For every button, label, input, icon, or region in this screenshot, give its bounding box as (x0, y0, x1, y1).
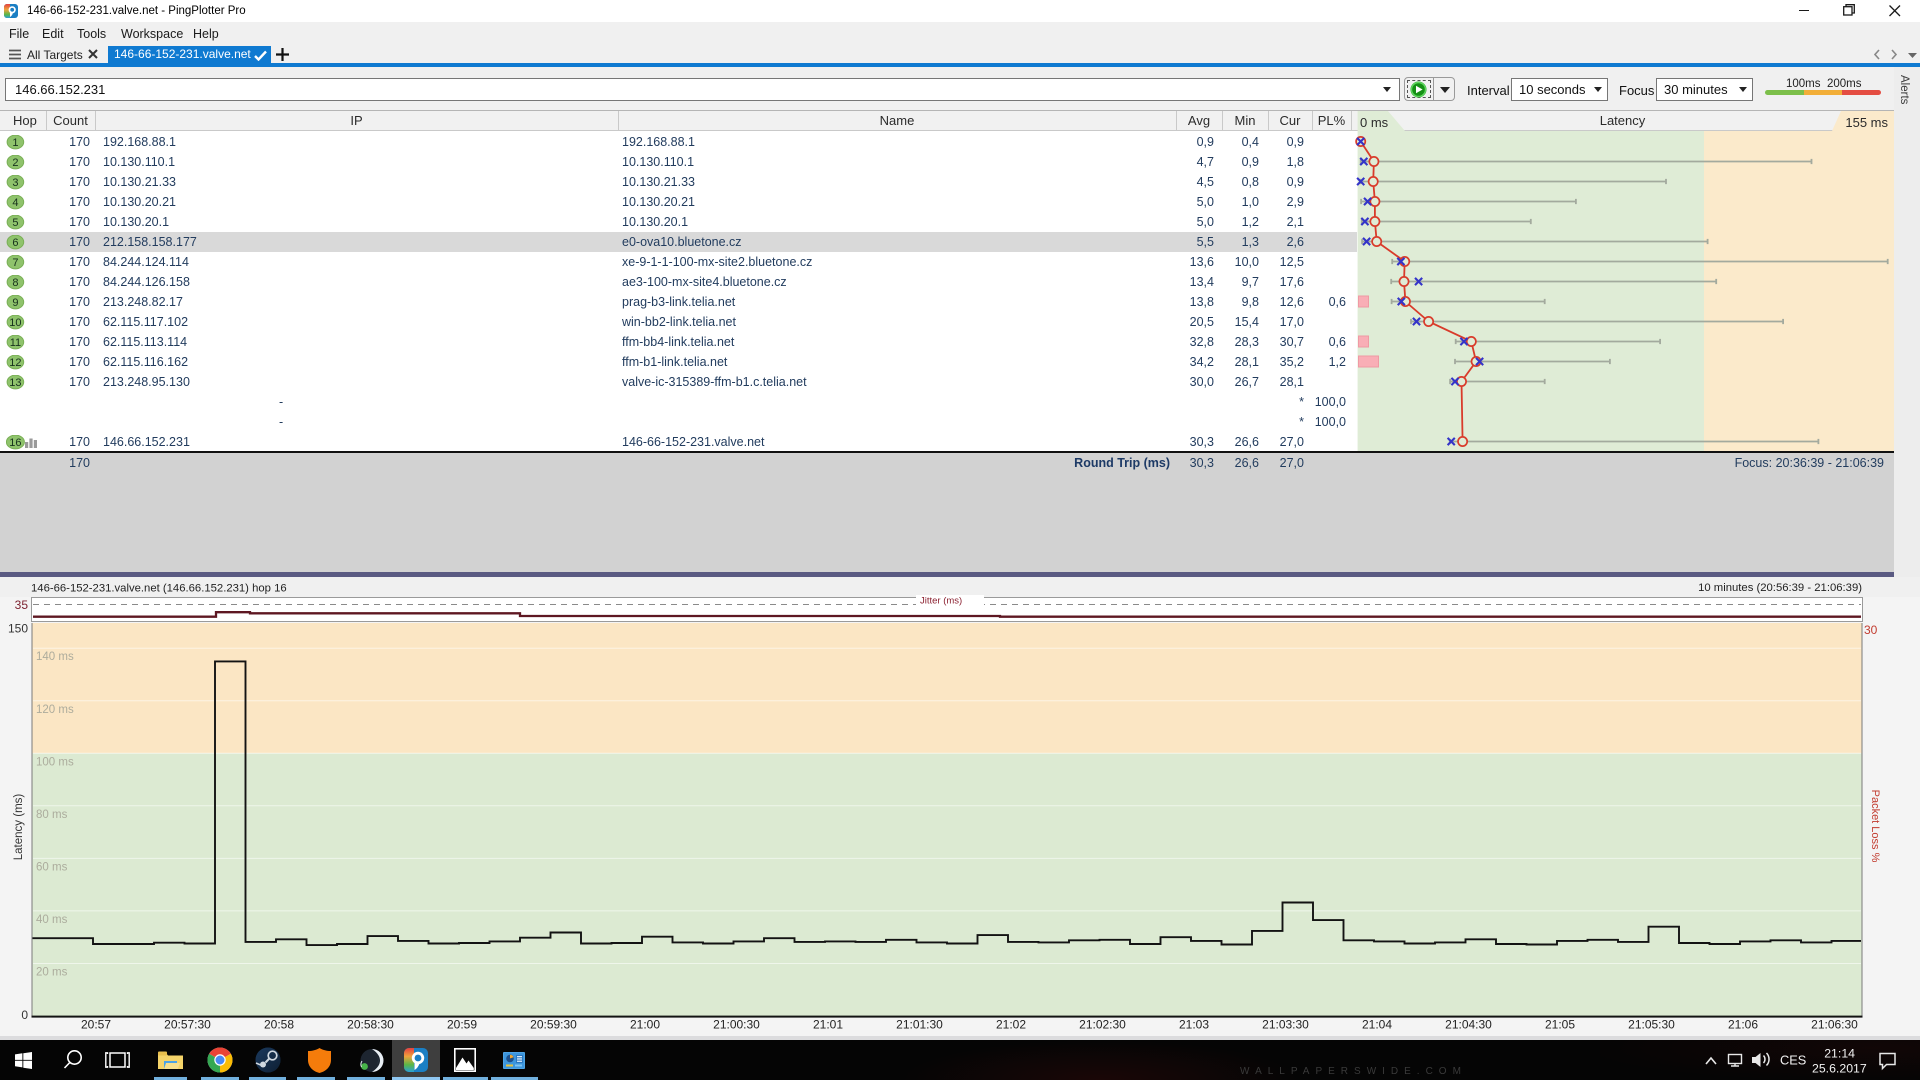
svg-text:155 ms: 155 ms (1845, 115, 1888, 130)
svg-text:11: 11 (10, 337, 21, 349)
svg-text:5: 5 (12, 217, 18, 229)
svg-text:1: 1 (12, 137, 18, 149)
svg-text:4: 4 (12, 197, 18, 209)
svg-text:21:00: 21:00 (630, 1018, 660, 1032)
svg-text:21:02:30: 21:02:30 (1079, 1018, 1126, 1032)
svg-text:20:59: 20:59 (447, 1018, 477, 1032)
svg-text:Latency (ms): Latency (ms) (13, 794, 25, 861)
svg-text:20:57: 20:57 (81, 1018, 111, 1032)
svg-text:21:04:30: 21:04:30 (1445, 1018, 1492, 1032)
svg-text:25.6.2017: 25.6.2017 (1812, 1062, 1867, 1076)
svg-text:13: 13 (9, 377, 21, 389)
svg-text:21:03: 21:03 (1179, 1018, 1209, 1032)
svg-text:9: 9 (12, 297, 18, 309)
svg-text:21:04: 21:04 (1362, 1018, 1392, 1032)
svg-text:8: 8 (12, 277, 18, 289)
svg-text:6: 6 (12, 237, 18, 249)
svg-text:21:00:30: 21:00:30 (713, 1018, 760, 1032)
svg-text:10: 10 (9, 317, 21, 329)
svg-text:80 ms: 80 ms (36, 809, 68, 821)
svg-text:60 ms: 60 ms (36, 861, 68, 873)
svg-text:7: 7 (12, 257, 18, 269)
svg-text:21:01:30: 21:01:30 (896, 1018, 943, 1032)
svg-text:Jitter (ms): Jitter (ms) (920, 596, 962, 607)
svg-text:40 ms: 40 ms (36, 914, 68, 926)
svg-text:20:59:30: 20:59:30 (530, 1018, 577, 1032)
svg-text:CES: CES (1780, 1053, 1806, 1068)
svg-text:120 ms: 120 ms (36, 704, 74, 716)
svg-text:21:03:30: 21:03:30 (1262, 1018, 1309, 1032)
svg-text:146-66-152-231.valve.net (146.: 146-66-152-231.valve.net (146.66.152.231… (31, 583, 287, 595)
svg-text:20:57:30: 20:57:30 (164, 1018, 211, 1032)
svg-text:35: 35 (15, 598, 29, 612)
svg-text:20:58:30: 20:58:30 (347, 1018, 394, 1032)
svg-text:Packet Loss %: Packet Loss % (1869, 790, 1881, 863)
svg-text:0 ms: 0 ms (1360, 115, 1389, 130)
svg-text:21:14: 21:14 (1824, 1047, 1855, 1061)
svg-text:30: 30 (1864, 623, 1878, 637)
svg-text:20 ms: 20 ms (36, 967, 68, 979)
svg-text:0: 0 (21, 1008, 28, 1022)
svg-text:21:01: 21:01 (813, 1018, 843, 1032)
svg-text:21:06: 21:06 (1728, 1018, 1758, 1032)
svg-text:21:02: 21:02 (996, 1018, 1026, 1032)
svg-text:21:05:30: 21:05:30 (1628, 1018, 1675, 1032)
svg-text:140 ms: 140 ms (36, 651, 74, 663)
svg-text:12: 12 (9, 357, 21, 369)
svg-text:21:05: 21:05 (1545, 1018, 1575, 1032)
svg-text:20:58: 20:58 (264, 1018, 294, 1032)
svg-text:21:06:30: 21:06:30 (1811, 1018, 1858, 1032)
svg-text:10 minutes (20:56:39 - 21:06:3: 10 minutes (20:56:39 - 21:06:39) (1698, 582, 1862, 594)
svg-text:150: 150 (8, 622, 28, 636)
svg-text:16: 16 (9, 437, 21, 449)
svg-text:3: 3 (12, 177, 18, 189)
svg-text:100 ms: 100 ms (36, 756, 74, 768)
svg-text:2: 2 (12, 157, 18, 169)
